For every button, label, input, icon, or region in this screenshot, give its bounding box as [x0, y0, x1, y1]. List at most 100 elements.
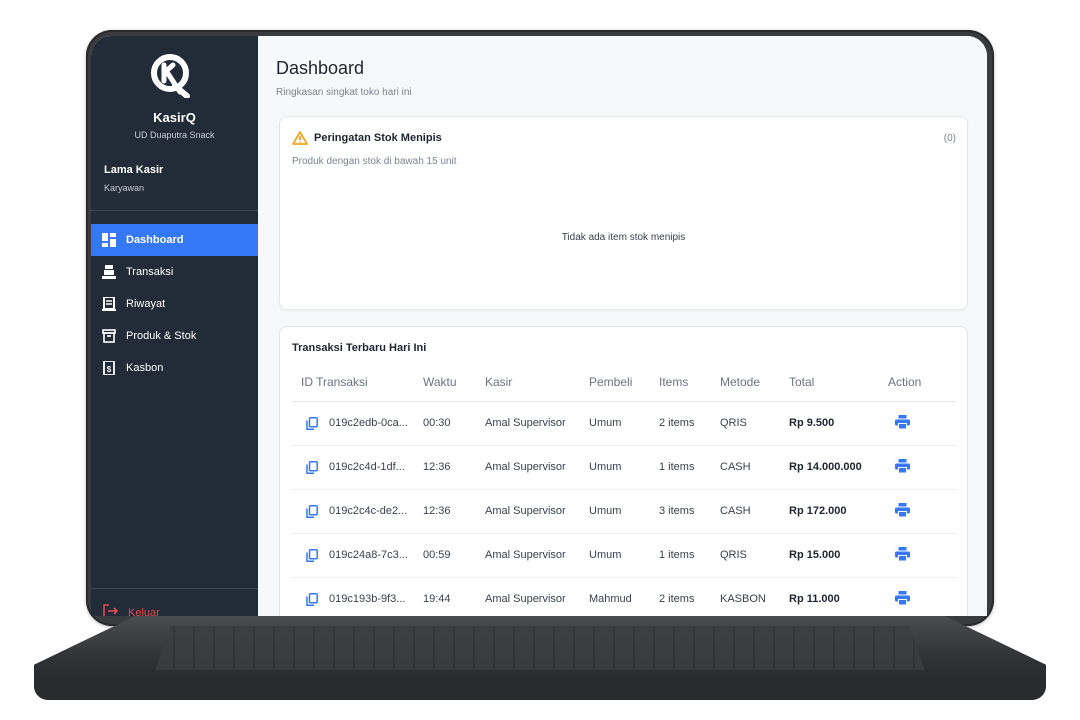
copy-icon[interactable] — [306, 548, 318, 562]
column-header[interactable]: Waktu — [423, 363, 485, 402]
receipt-icon — [102, 297, 116, 311]
transactions-table: ID Transaksi Waktu Kasir Pembeli Items M… — [292, 363, 956, 616]
print-icon[interactable] — [895, 458, 910, 473]
transaction-time: 00:59 — [423, 533, 485, 578]
print-icon[interactable] — [895, 414, 910, 429]
archive-box-icon — [102, 329, 116, 343]
sidebar-item-dashboard[interactable]: Dashboard — [91, 224, 258, 256]
sidebar-divider — [91, 210, 258, 211]
sidebar-item-label: Transaksi — [126, 266, 174, 278]
transaction-time: 19:44 — [423, 577, 485, 616]
screen: KasirQ UD Duaputra Snack Lama Kasir Kary… — [91, 36, 987, 616]
user-role: Karyawan — [104, 183, 145, 193]
dashboard-icon — [102, 233, 116, 247]
copy-icon[interactable] — [306, 592, 318, 606]
app-name: KasirQ — [153, 110, 196, 125]
laptop-base — [34, 616, 1046, 700]
transaction-id: 019c2c4c-de2... — [329, 505, 408, 517]
sidebar-item-label: Dashboard — [126, 234, 184, 246]
table-row: 019c2edb-0ca... 00:30 Amal Supervisor Um… — [292, 401, 956, 446]
user-name: Lama Kasir — [104, 164, 164, 176]
transaction-total: Rp 14.000.000 — [789, 445, 888, 490]
transaction-buyer: Umum — [589, 533, 659, 578]
sidebar-item-riwayat[interactable]: Riwayat — [91, 288, 258, 320]
transaction-method: KASBON — [720, 577, 789, 616]
transaction-time: 12:36 — [423, 445, 485, 490]
transaction-id-cell: 019c193b-9f3... — [306, 592, 423, 606]
logout-icon — [103, 604, 119, 616]
sidebar-item-label: Produk & Stok — [126, 330, 197, 342]
column-header[interactable]: Total — [789, 363, 888, 402]
sidebar-item-transaksi[interactable]: Transaksi — [91, 256, 258, 288]
transaction-time: 12:36 — [423, 489, 485, 534]
sidebar-item-produk-stok[interactable]: Produk & Stok — [91, 320, 258, 352]
transaction-id: 019c2c4d-1df... — [329, 461, 405, 473]
stock-warning-count: (0) — [943, 133, 956, 144]
transaction-buyer: Umum — [589, 401, 659, 446]
table-row: 019c193b-9f3... 19:44 Amal Supervisor Ma… — [292, 577, 956, 616]
transaction-items: 3 items — [659, 489, 720, 534]
column-header: Action — [888, 363, 956, 402]
sidebar-item-label: Riwayat — [126, 298, 166, 310]
sidebar-nav: Dashboard Transaksi Riwayat Produk & Sto… — [91, 224, 258, 384]
sidebar: KasirQ UD Duaputra Snack Lama Kasir Kary… — [91, 36, 258, 616]
page-subtitle: Ringkasan singkat toko hari ini — [276, 87, 412, 98]
transaction-buyer: Umum — [589, 445, 659, 490]
ledger-icon: $ — [102, 361, 116, 375]
transactions-table-body: 019c2edb-0ca... 00:30 Amal Supervisor Um… — [292, 401, 956, 616]
column-header[interactable]: Metode — [720, 363, 789, 402]
stock-warning-card: Peringatan Stok Menipis (0) Produk denga… — [279, 116, 968, 310]
logout-button[interactable]: Keluar — [103, 604, 160, 616]
recent-transactions-title: Transaksi Terbaru Hari Ini — [292, 342, 427, 354]
stock-warning-title: Peringatan Stok Menipis — [314, 132, 442, 144]
transaction-total: Rp 9.500 — [789, 401, 888, 446]
svg-text:$: $ — [107, 365, 112, 374]
column-header[interactable]: ID Transaksi — [292, 363, 423, 402]
transaction-id-cell: 019c24a8-7c3... — [306, 548, 423, 562]
kasirq-logo-icon — [151, 54, 190, 98]
transaction-total: Rp 15.000 — [789, 533, 888, 578]
transaction-time: 00:30 — [423, 401, 485, 446]
transaction-cashier: Amal Supervisor — [485, 533, 589, 578]
transaction-cashier: Amal Supervisor — [485, 401, 589, 446]
print-icon[interactable] — [895, 502, 910, 517]
print-icon[interactable] — [895, 590, 910, 605]
transaction-method: CASH — [720, 489, 789, 534]
transaction-cashier: Amal Supervisor — [485, 489, 589, 534]
laptop-keyboard — [155, 626, 925, 670]
transaction-method: QRIS — [720, 533, 789, 578]
transaction-items: 1 items — [659, 445, 720, 490]
transaction-cashier: Amal Supervisor — [485, 445, 589, 490]
print-icon[interactable] — [895, 546, 910, 561]
recent-transactions-card: Transaksi Terbaru Hari Ini ID Transaksi … — [279, 326, 968, 616]
sidebar-item-kasbon[interactable]: $ Kasbon — [91, 352, 258, 384]
transaction-total: Rp 172.000 — [789, 489, 888, 534]
column-header[interactable]: Pembeli — [589, 363, 659, 402]
transaction-id-cell: 019c2c4d-1df... — [306, 460, 423, 474]
sidebar-item-label: Kasbon — [126, 362, 164, 374]
transaction-items: 2 items — [659, 577, 720, 616]
page-title: Dashboard — [276, 58, 365, 78]
sidebar-divider — [91, 588, 258, 589]
warning-icon — [292, 131, 308, 145]
column-header[interactable]: Items — [659, 363, 720, 402]
transaction-id: 019c2edb-0ca... — [329, 417, 408, 429]
table-row: 019c2c4d-1df... 12:36 Amal Supervisor Um… — [292, 445, 956, 490]
laptop-edge — [34, 680, 1046, 700]
transaction-id-cell: 019c2c4c-de2... — [306, 504, 423, 518]
column-header[interactable]: Kasir — [485, 363, 589, 402]
stock-warning-empty: Tidak ada item stok menipis — [561, 232, 686, 243]
copy-icon[interactable] — [306, 416, 318, 430]
copy-icon[interactable] — [306, 460, 318, 474]
cash-register-icon — [102, 265, 116, 279]
transaction-total: Rp 11.000 — [789, 577, 888, 616]
transaction-items: 2 items — [659, 401, 720, 446]
table-row: 019c24a8-7c3... 00:59 Amal Supervisor Um… — [292, 533, 956, 578]
transaction-method: QRIS — [720, 401, 789, 446]
copy-icon[interactable] — [306, 504, 318, 518]
stock-warning-header: Peringatan Stok Menipis — [292, 131, 442, 145]
transaction-id: 019c193b-9f3... — [329, 593, 406, 605]
main-content: Dashboard Ringkasan singkat toko hari in… — [258, 36, 987, 616]
transaction-cashier: Amal Supervisor — [485, 577, 589, 616]
transaction-buyer: Umum — [589, 489, 659, 534]
